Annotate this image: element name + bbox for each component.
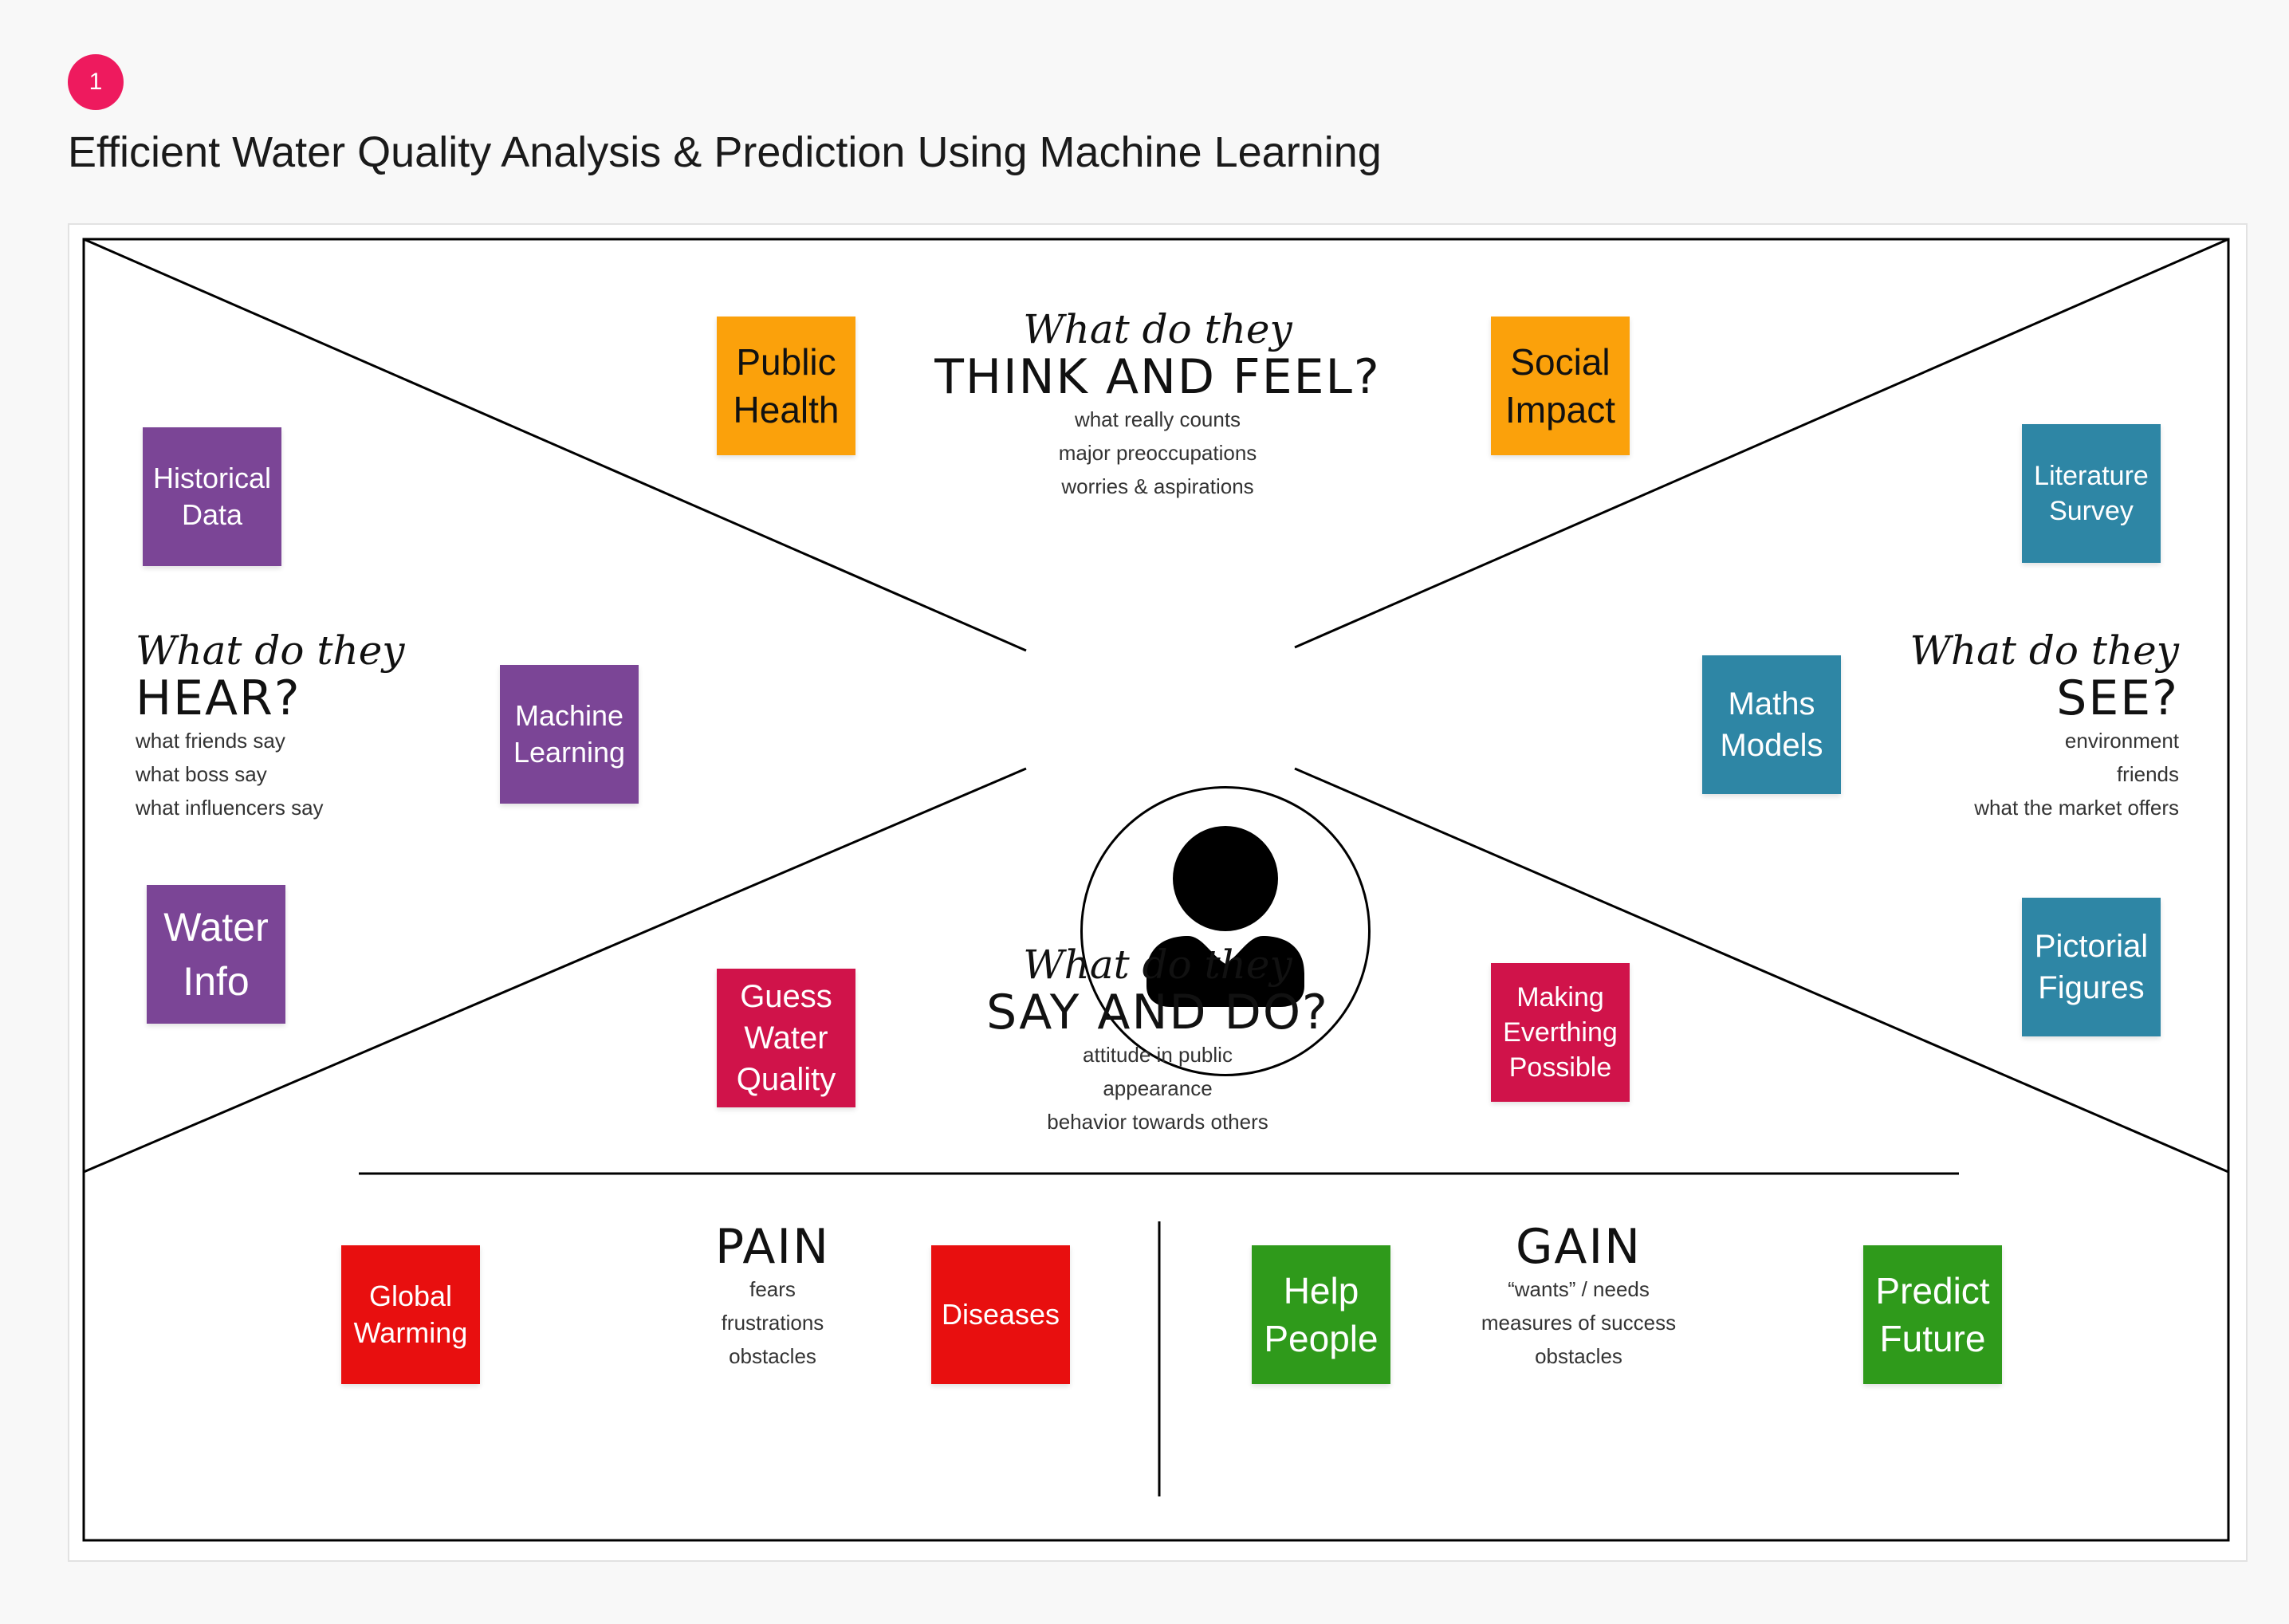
sticky-text: Info [183, 959, 250, 1004]
sticky-text: Historical [152, 462, 272, 494]
say-do-line: behavior towards others [1047, 1110, 1268, 1134]
gain-line: measures of success [1481, 1311, 1677, 1335]
sticky-text: Social [1510, 341, 1611, 383]
pain-line: frustrations [721, 1311, 824, 1335]
sticky-maths-models[interactable]: Maths Models [1702, 655, 1841, 794]
hear-line: what boss say [136, 762, 267, 786]
think-feel-line: worries & aspirations [1061, 474, 1254, 498]
say-do-line: attitude in public [1083, 1043, 1233, 1067]
sticky-text: Help [1283, 1270, 1359, 1311]
sticky-text: Public [736, 341, 836, 383]
sticky-diseases[interactable]: Diseases [931, 1245, 1070, 1384]
sticky-text: Quality [736, 1062, 836, 1097]
see-prompt: What do they [1909, 627, 2179, 674]
sticky-text: Data [181, 498, 243, 531]
pain-heading: PAIN [715, 1219, 830, 1275]
sticky-predict-future[interactable]: Predict Future [1863, 1245, 2002, 1384]
sticky-text: Impact [1504, 389, 1616, 431]
sticky-making-everything-possible[interactable]: Making Everthing Possible [1491, 963, 1630, 1102]
step-number-badge: 1 [68, 54, 124, 110]
say-do-prompt: What do they [1023, 942, 1292, 988]
think-feel-line: major preoccupations [1058, 441, 1257, 465]
sticky-text: Warming [353, 1316, 468, 1349]
sticky-text: Diseases [941, 1298, 1060, 1331]
sticky-text: Literature [2034, 461, 2149, 491]
see-line: environment [2064, 729, 2179, 753]
sticky-text: Water [163, 905, 269, 950]
think-feel-section: What do they THINK AND FEEL? what really… [934, 307, 1381, 503]
sticky-public-health[interactable]: Public Health [717, 317, 855, 455]
sticky-machine-learning[interactable]: Machine Learning [500, 665, 639, 804]
sticky-text: Making [1516, 982, 1604, 1013]
sticky-text: Machine [514, 699, 624, 732]
gain-line: “wants” / needs [1508, 1277, 1650, 1301]
sticky-text: Survey [2049, 496, 2134, 526]
sticky-guess-water-quality[interactable]: Guess Water Quality [717, 969, 855, 1107]
sticky-text: Health [733, 389, 840, 431]
gain-heading: GAIN [1515, 1219, 1642, 1275]
see-heading: SEE? [2056, 670, 2179, 726]
pain-section: PAIN fears frustrations obstacles [715, 1221, 830, 1373]
sticky-text: People [1264, 1318, 1379, 1359]
sticky-text: Maths [1728, 686, 1815, 722]
hear-section: What do they HEAR? what friends say what… [136, 628, 405, 824]
hear-line: what influencers say [136, 796, 324, 820]
sticky-text: Everthing [1503, 1017, 1618, 1048]
sticky-text: Guess [740, 979, 832, 1014]
empathy-map-board: What do they THINK AND FEEL? what really… [68, 223, 2248, 1562]
sticky-text: Figures [2038, 970, 2145, 1005]
think-feel-prompt: What do they [1023, 306, 1292, 352]
say-do-section: What do they SAY AND DO? attitude in pub… [986, 942, 1329, 1138]
sticky-text: Water [744, 1020, 828, 1056]
sticky-historical-data[interactable]: Historical Data [143, 427, 281, 566]
sticky-pictorial-figures[interactable]: Pictorial Figures [2022, 898, 2161, 1036]
pain-line: fears [749, 1277, 796, 1301]
sticky-literature-survey[interactable]: Literature Survey [2022, 424, 2161, 563]
sticky-text: Global [368, 1280, 453, 1312]
see-line: what the market offers [1974, 796, 2179, 820]
pain-line: obstacles [729, 1344, 816, 1368]
sticky-text: Pictorial [2034, 929, 2149, 964]
say-do-line: appearance [1103, 1076, 1213, 1100]
see-line: friends [2116, 762, 2179, 786]
sticky-social-impact[interactable]: Social Impact [1491, 317, 1630, 455]
gain-line: obstacles [1535, 1344, 1622, 1368]
gain-section: GAIN “wants” / needs measures of success… [1481, 1221, 1676, 1373]
sticky-text: Possible [1508, 1052, 1612, 1083]
sticky-help-people[interactable]: Help People [1252, 1245, 1390, 1384]
sticky-text: Learning [513, 736, 626, 769]
sticky-text: Models [1720, 728, 1823, 763]
see-section: What do they SEE? environment friends wh… [1909, 628, 2179, 824]
hear-line: what friends say [136, 729, 285, 753]
hear-prompt: What do they [136, 627, 405, 674]
hear-heading: HEAR? [136, 670, 301, 726]
sticky-text: Predict [1875, 1270, 1990, 1311]
say-do-heading: SAY AND DO? [986, 985, 1329, 1040]
sticky-text: Future [1879, 1318, 1986, 1359]
think-feel-heading: THINK AND FEEL? [934, 349, 1381, 405]
sticky-water-info[interactable]: Water Info [147, 885, 285, 1024]
sticky-global-warming[interactable]: Global Warming [341, 1245, 480, 1384]
page-title: Efficient Water Quality Analysis & Predi… [68, 128, 1382, 176]
think-feel-line: what really counts [1074, 407, 1241, 431]
